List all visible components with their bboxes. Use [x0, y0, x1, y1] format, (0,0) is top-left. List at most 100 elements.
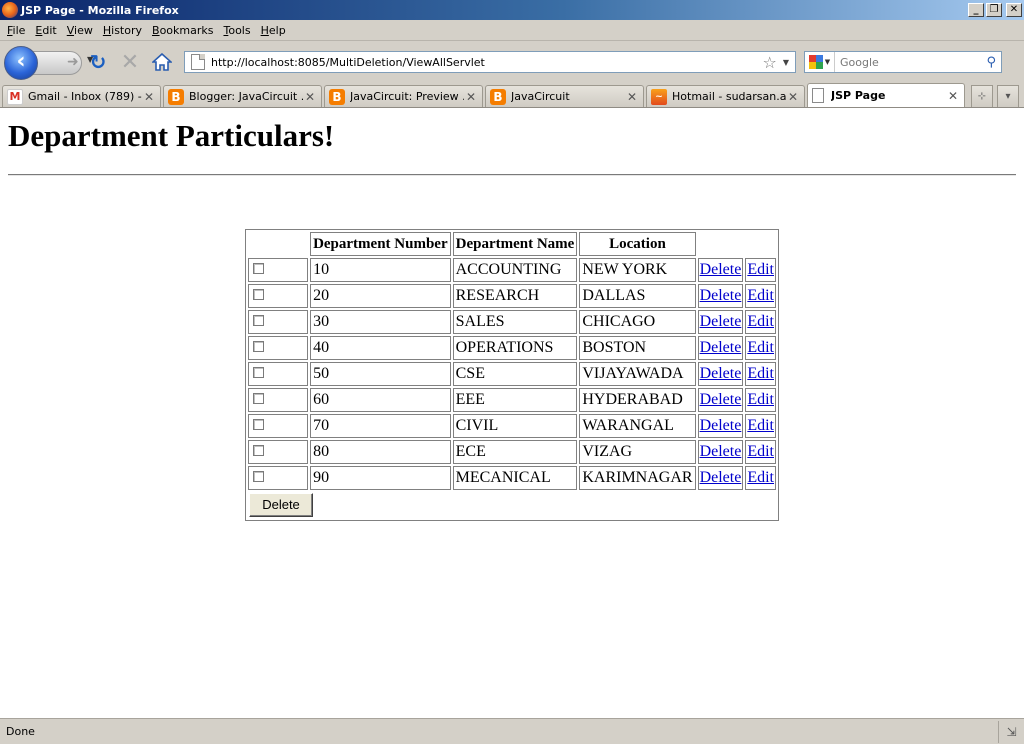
edit-link[interactable]: Edit [747, 339, 774, 356]
close-tab-icon[interactable]: ✕ [786, 90, 800, 104]
back-button[interactable]: ‹ [4, 46, 38, 80]
row-checkbox[interactable] [253, 393, 264, 405]
close-tab-icon[interactable]: ✕ [142, 90, 156, 104]
row-checkbox[interactable] [253, 419, 264, 431]
menu-label: ookmarks [159, 23, 214, 37]
home-icon [152, 53, 172, 71]
delete-link[interactable]: Delete [700, 443, 742, 460]
row-checkbox[interactable] [253, 445, 264, 457]
url-dropdown-icon[interactable]: ▼ [783, 58, 789, 67]
browser-tab[interactable]: B Blogger: JavaCircuit ... ✕ [163, 85, 322, 107]
browser-tab[interactable]: JSP Page ✕ [807, 83, 965, 107]
browser-tab[interactable]: M Gmail - Inbox (789) - ...✕ [2, 85, 161, 107]
location-cell: VIJAYAWADA [579, 362, 696, 386]
delete-link[interactable]: Delete [700, 287, 742, 304]
department-number-cell: 10 [310, 258, 451, 282]
menu-label: elp [268, 23, 286, 37]
row-checkbox[interactable] [253, 315, 264, 327]
close-tab-icon[interactable]: ✕ [946, 89, 960, 103]
list-all-tabs-icon[interactable]: ▾ [997, 85, 1019, 107]
edit-link[interactable]: Edit [747, 365, 774, 382]
delete-link[interactable]: Delete [700, 417, 742, 434]
browser-tab[interactable]: B JavaCircuit ✕ [485, 85, 644, 107]
menu-label: iew [74, 23, 93, 37]
department-number-cell: 80 [310, 440, 451, 464]
row-checkbox[interactable] [253, 367, 264, 379]
edit-link[interactable]: Edit [747, 287, 774, 304]
close-tab-icon[interactable]: ✕ [625, 90, 639, 104]
row-checkbox[interactable] [253, 471, 264, 483]
tab-label: JSP Page [831, 89, 886, 102]
search-engine-selector[interactable]: ▼ [805, 52, 835, 72]
menu-history[interactable]: History [98, 24, 147, 37]
edit-link[interactable]: Edit [747, 391, 774, 408]
blogger-icon: B [490, 88, 506, 105]
row-checkbox[interactable] [253, 341, 264, 353]
edit-cell: Edit [745, 336, 776, 360]
url-input[interactable]: http://localhost:8085/MultiDeletion/View… [211, 56, 763, 69]
row-select-cell [248, 388, 309, 412]
menu-edit[interactable]: Edit [30, 24, 61, 37]
department-number-cell: 30 [310, 310, 451, 334]
stop-button[interactable]: ✕ [114, 47, 146, 77]
edit-link[interactable]: Edit [747, 417, 774, 434]
tab-scroll-icon[interactable]: ⊹ [971, 85, 993, 107]
department-name-cell: EEE [452, 388, 578, 412]
row-select-cell [248, 466, 309, 490]
edit-cell: Edit [745, 414, 776, 438]
status-text: Done [6, 725, 35, 738]
delete-selected-button[interactable]: Delete [249, 493, 313, 517]
blogger-icon: B [329, 88, 345, 105]
edit-link[interactable]: Edit [747, 443, 774, 460]
home-button[interactable] [146, 47, 178, 77]
table-row: 80 ECE VIZAG Delete Edit [248, 440, 776, 464]
edit-link[interactable]: Edit [747, 261, 774, 278]
department-name-cell: ACCOUNTING [452, 258, 578, 282]
delete-link[interactable]: Delete [700, 469, 742, 486]
menu-bar: File Edit View History Bookmarks Tools Help [0, 20, 1024, 41]
menu-view[interactable]: View [62, 24, 98, 37]
delete-link[interactable]: Delete [700, 391, 742, 408]
department-table: Department Number Department Name Locati… [245, 229, 779, 521]
menu-help[interactable]: Help [256, 24, 291, 37]
delete-link[interactable]: Delete [700, 339, 742, 356]
row-select-cell [248, 258, 309, 282]
table-row: 60 EEE HYDERABAD Delete Edit [248, 388, 776, 412]
edit-link[interactable]: Edit [747, 469, 774, 486]
search-box[interactable]: ▼ Google ⚲ [804, 51, 1002, 73]
tab-label: Gmail - Inbox (789) - ... [28, 90, 142, 103]
delete-link[interactable]: Delete [700, 261, 742, 278]
back-forward-group: ‹ ➜ ▼ [4, 45, 93, 80]
column-header: Department Name [452, 232, 578, 256]
bookmark-star-icon[interactable]: ☆ [763, 53, 777, 72]
browser-tab[interactable]: ~ Hotmail - sudarsan.a... ✕ [646, 85, 805, 107]
tab-strip: MGmail - Inbox (789) - ...✕BBlogger: Jav… [0, 83, 1024, 108]
resize-grip-icon[interactable]: ⇲ [998, 720, 1024, 743]
close-tab-icon[interactable]: ✕ [303, 90, 317, 104]
menu-tools[interactable]: Tools [218, 24, 255, 37]
maximize-button[interactable]: ❐ [986, 3, 1002, 17]
address-bar[interactable]: http://localhost:8085/MultiDeletion/View… [184, 51, 796, 73]
close-window-button[interactable]: ✕ [1006, 3, 1022, 17]
row-checkbox[interactable] [253, 289, 264, 301]
delete-link[interactable]: Delete [700, 365, 742, 382]
search-input[interactable]: Google [835, 56, 986, 69]
menu-file[interactable]: File [2, 24, 30, 37]
tab-label: Blogger: JavaCircuit ... [189, 90, 303, 103]
edit-link[interactable]: Edit [747, 313, 774, 330]
delete-cell: Delete [697, 388, 744, 412]
row-checkbox[interactable] [253, 263, 264, 275]
delete-link[interactable]: Delete [700, 313, 742, 330]
browser-tab[interactable]: B JavaCircuit: Preview ... ✕ [324, 85, 483, 107]
menu-bookmarks[interactable]: Bookmarks [147, 24, 218, 37]
minimize-button[interactable]: _ [968, 3, 984, 17]
search-icon[interactable]: ⚲ [986, 55, 996, 70]
table-row: 10 ACCOUNTING NEW YORK Delete Edit [248, 258, 776, 282]
history-dropdown-icon[interactable]: ▼ [87, 55, 93, 64]
department-name-cell: SALES [452, 310, 578, 334]
delete-cell: Delete [697, 258, 744, 282]
table-footer-row: Delete [248, 492, 776, 518]
department-name-cell: OPERATIONS [452, 336, 578, 360]
row-select-cell [248, 440, 309, 464]
close-tab-icon[interactable]: ✕ [464, 90, 478, 104]
